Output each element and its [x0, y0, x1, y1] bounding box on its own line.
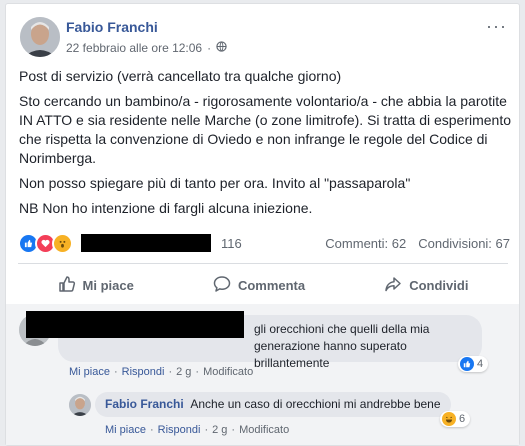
divider	[18, 263, 508, 264]
wow-icon	[52, 232, 73, 254]
post-actions: Mi piace Commenta Condividi	[18, 268, 508, 302]
like-button[interactable]: Mi piace	[58, 275, 134, 296]
reply-edited[interactable]: Modificato	[239, 424, 289, 436]
redacted-names	[81, 234, 211, 252]
comment-like-link[interactable]: Mi piace	[69, 366, 110, 378]
post-card: Fabio Franchi 22 febbraio alle ore 12:06…	[5, 3, 520, 446]
reaction-icons[interactable]	[18, 232, 73, 254]
post-options-icon[interactable]: ···	[486, 16, 507, 37]
reaction-count[interactable]: 116	[221, 236, 242, 251]
globe-icon	[216, 41, 227, 55]
reply-author-name[interactable]: Fabio Franchi	[105, 397, 184, 411]
comment-actions: Mi piace · Rispondi · 2 g · Modificato	[69, 366, 254, 378]
post-paragraph: Post di servizio (verrà cancellato tra q…	[19, 68, 342, 84]
share-button[interactable]: Condividi	[384, 275, 468, 296]
post-paragraph: Sto cercando un bambino/a - rigorosament…	[19, 93, 512, 166]
reply-text: Anche un caso di orecchioni mi andrebbe …	[190, 397, 441, 411]
comment-reaction-count: 4	[477, 358, 484, 370]
author-name[interactable]: Fabio Franchi	[66, 19, 158, 35]
share-button-label: Condividi	[409, 277, 469, 293]
comment-button-label: Commenta	[237, 277, 306, 293]
reply-reactions[interactable]: 6	[440, 411, 471, 427]
like-icon	[460, 357, 474, 371]
shares-count[interactable]: Condivisioni: 67	[418, 236, 510, 251]
reply-time[interactable]: 2 g	[212, 424, 227, 436]
share-arrow-icon	[384, 275, 402, 296]
post-body: Post di servizio (verrà cancellato tra q…	[19, 67, 514, 224]
comment-reply-link[interactable]: Rispondi	[122, 366, 165, 378]
redacted-commenter	[26, 311, 244, 338]
haha-icon	[442, 412, 456, 426]
post-meta: 22 febbraio alle ore 12:06 ·	[66, 41, 227, 55]
reply-reply-link[interactable]: Rispondi	[158, 424, 201, 436]
author-avatar[interactable]	[20, 17, 60, 57]
reply-like-link[interactable]: Mi piace	[105, 424, 146, 436]
post-timestamp[interactable]: 22 febbraio alle ore 12:06	[66, 41, 202, 55]
reply-author-avatar[interactable]	[69, 394, 91, 416]
reply-bubble: Fabio Franchi Anche un caso di orecchion…	[95, 392, 451, 417]
comment-time[interactable]: 2 g	[176, 366, 191, 378]
speech-bubble-icon	[213, 275, 231, 296]
thumbs-up-icon	[58, 275, 76, 296]
like-button-label: Mi piace	[82, 277, 134, 293]
comments-section: gli orecchioni che quelli della mia gene…	[6, 304, 519, 445]
comment-reactions[interactable]: 4	[458, 356, 489, 372]
reactions-summary: 116 Commenti: 62 Condivisioni: 67	[18, 232, 510, 254]
reply-actions: Mi piace · Rispondi · 2 g · Modificato	[105, 424, 290, 436]
post-paragraph: NB Non ho intenzione di fargli alcuna in…	[19, 200, 313, 216]
comment-edited[interactable]: Modificato	[203, 366, 253, 378]
reply-reaction-count: 6	[459, 413, 466, 425]
comment-button[interactable]: Commenta	[213, 275, 305, 296]
comments-count[interactable]: Commenti: 62	[325, 236, 406, 251]
post-paragraph: Non posso spiegare più di tanto per ora.…	[19, 175, 411, 191]
